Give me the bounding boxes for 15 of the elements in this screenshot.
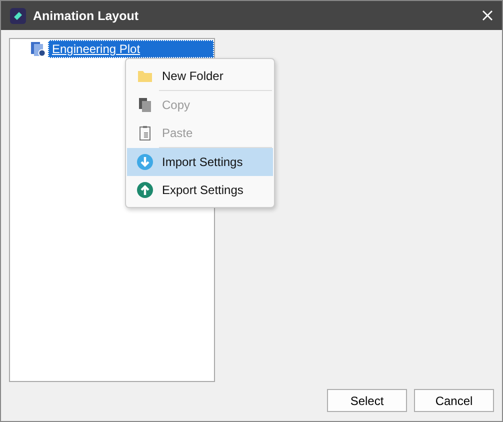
tree-item[interactable]: Engineering Plot xyxy=(48,40,214,58)
cancel-button[interactable]: Cancel xyxy=(414,389,494,412)
menu-item[interactable]: Import Settings xyxy=(127,148,273,176)
copy-icon xyxy=(138,97,152,113)
download-icon xyxy=(136,154,152,170)
close-icon[interactable] xyxy=(482,10,493,21)
menu-item[interactable]: Export Settings xyxy=(127,176,273,204)
folder-icon xyxy=(136,69,152,83)
window-title: Animation Layout xyxy=(33,8,140,22)
select-button[interactable]: Select xyxy=(327,389,407,412)
menu-item[interactable]: New Folder xyxy=(127,62,273,90)
upload-icon xyxy=(136,182,152,198)
app-logo-icon xyxy=(10,8,26,24)
clipboard-icon xyxy=(138,125,150,141)
document-icon xyxy=(30,41,46,57)
